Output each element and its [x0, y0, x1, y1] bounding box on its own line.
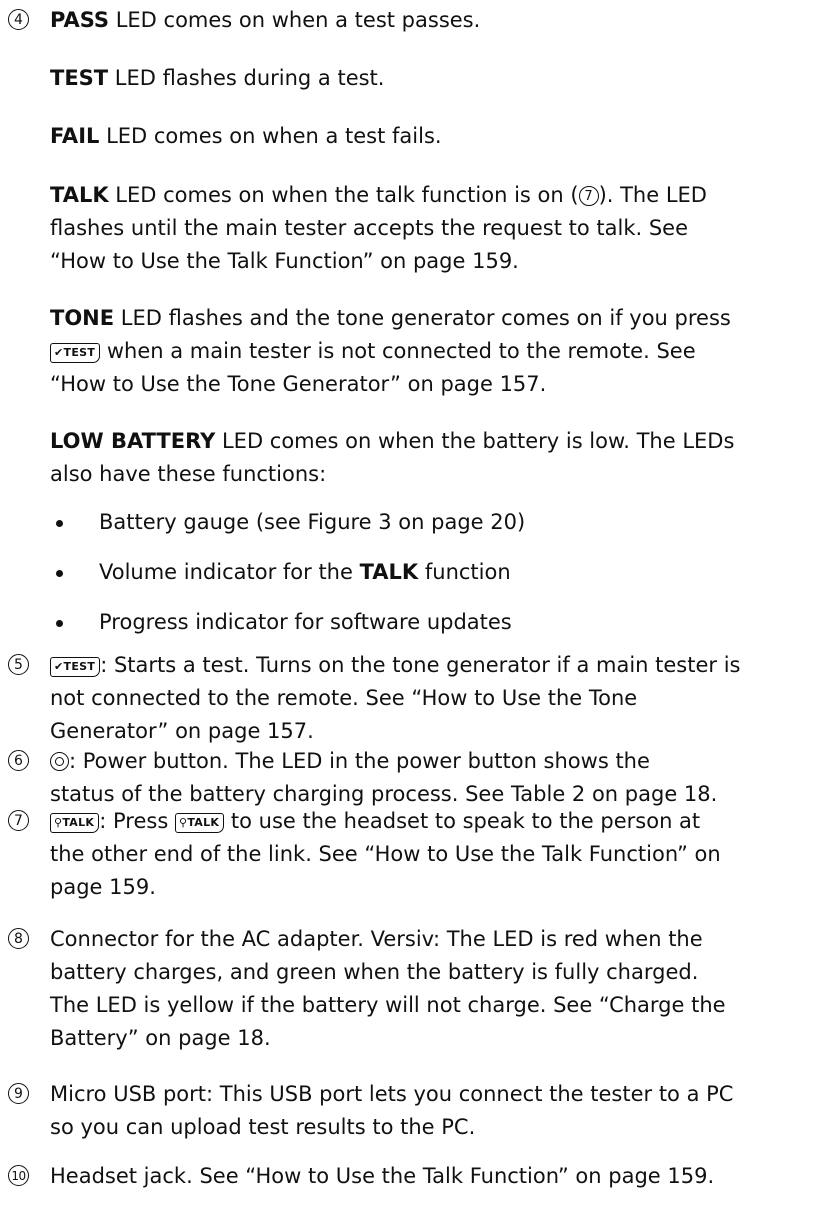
callout-number-9: 9 — [8, 1083, 29, 1104]
item-7: 7 ⚲TALK: Press ⚲TALK to use the headset … — [6, 805, 832, 905]
talk-label: TALK — [50, 183, 109, 207]
manual-page: 4 PASS LED comes on when a test passes. … — [0, 0, 836, 1223]
battery-line-1: LED comes on when the battery is low. Th… — [215, 429, 735, 453]
talk-led-description: TALK LED comes on when the talk function… — [50, 179, 830, 278]
fail-text: LED comes on when a test fails. — [99, 124, 442, 148]
test-led-description: TEST LED flashes during a test. — [50, 62, 830, 95]
item-6-text: : Power button. The LED in the power but… — [50, 745, 832, 811]
test-key-label: TEST — [63, 346, 96, 359]
callout-number-6: 6 — [8, 750, 29, 771]
bullet-text: Volume indicator for the TALK function — [99, 556, 511, 589]
item-8-line-1: Connector for the AC adapter. Versiv: Th… — [50, 927, 703, 951]
test-label: TEST — [50, 66, 109, 90]
tone-line-1: LED flashes and the tone generator comes… — [114, 306, 731, 330]
bullet-text: Battery gauge (see Figure 3 on page 20) — [99, 510, 526, 534]
bullet-icon — [56, 620, 63, 627]
item-7-line-1b: to use the headset to speak to the perso… — [224, 809, 701, 833]
power-icon — [50, 752, 69, 771]
item-9-line-1: Micro USB port: This USB port lets you c… — [50, 1082, 734, 1106]
item-8-text: Connector for the AC adapter. Versiv: Th… — [50, 923, 832, 1055]
bullet-item: Progress indicator for software updates — [0, 606, 836, 639]
item-5-text: ✔TEST: Starts a test. Turns on the tone … — [50, 649, 832, 748]
item-7-line-3: page 159. — [50, 875, 156, 899]
fail-led-description: FAIL LED comes on when a test fails. — [50, 120, 830, 153]
callout-number-5: 5 — [8, 654, 29, 675]
bullet-text: Progress indicator for software updates — [99, 610, 512, 634]
item-7-line-2: the other end of the link. See “How to U… — [50, 842, 721, 866]
bullet-text-pre: Volume indicator for the — [99, 560, 360, 584]
item-5-line-2: not connected to the remote. See “How to… — [50, 686, 638, 710]
talk-text-a: LED comes on when the talk function is o… — [108, 183, 579, 207]
item-9: 9 Micro USB port: This USB port lets you… — [6, 1078, 832, 1144]
talk-key-label: TALK — [187, 816, 220, 829]
pass-label: PASS — [50, 8, 110, 32]
item-9-line-2: so you can upload test results to the PC… — [50, 1115, 476, 1139]
item-7-text: ⚲TALK: Press ⚲TALK to use the headset to… — [50, 805, 832, 904]
callout-ref-7: 7 — [578, 186, 599, 206]
low-battery-led-description: LOW BATTERY LED comes on when the batter… — [50, 425, 830, 491]
item-9-text: Micro USB port: This USB port lets you c… — [50, 1078, 832, 1144]
tone-line-3: “How to Use the Tone Generator” on page … — [50, 372, 547, 396]
talk-key-label: TALK — [62, 816, 95, 829]
item-10-text: Headset jack. See “How to Use the Talk F… — [50, 1164, 715, 1188]
bullet-text-post: function — [418, 560, 511, 584]
item-4-pass: 4 PASS LED comes on when a test passes. — [6, 4, 832, 37]
item-10: 10 Headset jack. See “How to Use the Talk… — [6, 1160, 832, 1193]
test-key-label: TEST — [63, 660, 96, 673]
test-text: LED flashes during a test. — [108, 66, 385, 90]
talk-key-icon: ⚲TALK — [174, 813, 225, 833]
item-8-line-4: Battery” on page 18. — [50, 1026, 271, 1050]
bullet-item: Volume indicator for the TALK function — [0, 556, 836, 589]
tone-line-2: when a main tester is not connected to t… — [100, 339, 696, 363]
callout-number-4: 4 — [8, 9, 29, 30]
item-6-line-1: : Power button. The LED in the power but… — [69, 749, 650, 773]
callout-number-10: 10 — [8, 1165, 29, 1186]
talk-key-icon: ⚲TALK — [50, 813, 100, 833]
talk-line-2: flashes until the main tester accepts th… — [50, 216, 688, 240]
callout-number-7: 7 — [8, 810, 29, 831]
item-7-line-1a: : Press — [99, 809, 175, 833]
fail-label: FAIL — [50, 124, 100, 148]
bullet-icon — [56, 570, 63, 577]
battery-line-2: also have these functions: — [50, 462, 327, 486]
bullet-icon — [56, 520, 63, 527]
bullet-item: Battery gauge (see Figure 3 on page 20) — [0, 506, 836, 539]
item-8-line-3: The LED is yellow if the battery will no… — [50, 993, 726, 1017]
pass-led-description: PASS LED comes on when a test passes. — [50, 4, 832, 37]
talk-text-b: ). The LED — [598, 183, 707, 207]
item-5-line-3: Generator” on page 157. — [50, 719, 314, 743]
item-5: 5 ✔TEST: Starts a test. Turns on the ton… — [6, 649, 832, 749]
item-5-line-1: : Starts a test. Turns on the tone gener… — [100, 653, 741, 677]
callout-number-8: 8 — [8, 928, 29, 949]
pass-text: LED comes on when a test passes. — [109, 8, 481, 32]
tone-label: TONE — [50, 306, 115, 330]
tone-led-description: TONE LED flashes and the tone generator … — [50, 302, 830, 401]
item-6: 6 : Power button. The LED in the power b… — [6, 745, 832, 811]
item-8: 8 Connector for the AC adapter. Versiv: … — [6, 923, 832, 1056]
bullet-talk-label: TALK — [359, 560, 419, 584]
talk-line-3: “How to Use the Talk Function” on page 1… — [50, 249, 519, 273]
test-key-icon: ✔TEST — [50, 657, 101, 677]
test-key-icon: ✔TEST — [50, 343, 101, 363]
item-8-line-2: battery charges, and green when the batt… — [50, 960, 699, 984]
low-battery-label: LOW BATTERY — [50, 429, 216, 453]
